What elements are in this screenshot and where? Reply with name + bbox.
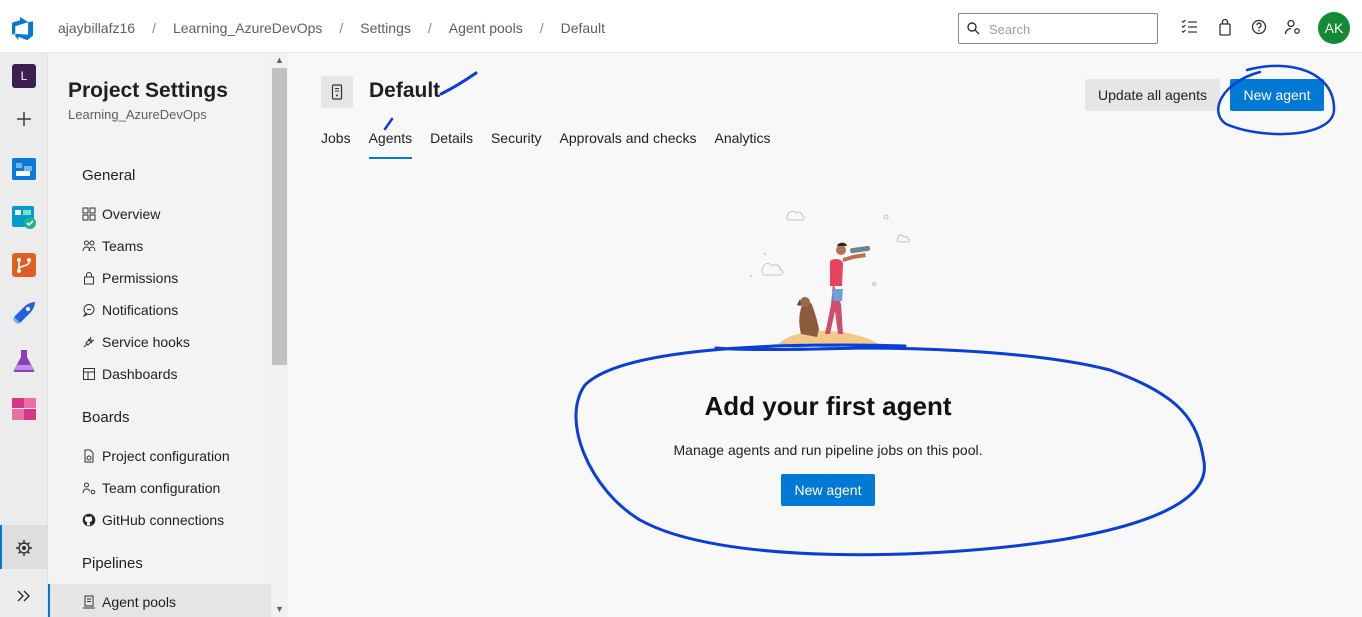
overview-icon [82,207,96,221]
repos-icon[interactable] [11,252,37,278]
left-rail: L [0,53,48,617]
nav-item-notifications[interactable]: Notifications [82,300,178,320]
nav-item-github-connections[interactable]: GitHub connections [82,510,224,530]
nav-item-label: GitHub connections [102,512,225,528]
breadcrumb-organization[interactable]: ajaybillafz16 [58,20,135,36]
scrollbar-thumb[interactable] [272,68,287,365]
new-agent-button[interactable]: New agent [1230,79,1324,111]
update-all-agents-button[interactable]: Update all agents [1085,79,1220,111]
main-content: Default Jobs Agents Details Security App… [288,53,1362,617]
nav-group-pipelines: Pipelines [82,555,143,572]
notification-chat-icon [82,304,95,317]
search-icon [967,22,980,35]
nav-group-general: General [82,167,136,184]
nav-scrollbar[interactable]: ▲ ▼ [271,53,288,617]
nav-item-label: Notifications [102,302,179,318]
test-plans-icon[interactable] [11,204,37,230]
nav-item-label: Project configuration [102,448,230,464]
breadcrumb-agent-pools[interactable]: Agent pools [449,20,523,36]
breadcrumb-default[interactable]: Default [561,20,605,36]
plug-icon [83,336,95,348]
agent-pool-icon [321,76,353,108]
tab-jobs[interactable]: Jobs [321,130,351,160]
nav-item-label: Permissions [102,270,179,286]
breadcrumb-project[interactable]: Learning_AzureDevOps [173,20,322,36]
nav-item-team-configuration[interactable]: Team configuration [82,478,220,498]
task-list-icon[interactable] [1180,18,1198,36]
nav-item-label: Agent pools [102,594,176,610]
lab-flask-icon[interactable] [11,348,37,374]
expand-icon[interactable] [11,583,37,609]
nav-item-label: Dashboards [102,366,178,382]
breadcrumb-separator: / [539,20,544,36]
avatar[interactable]: AK [1318,12,1350,44]
add-icon[interactable] [11,106,37,132]
breadcrumb-separator: / [427,20,432,36]
agent-pool-icon [83,595,95,609]
nav-subtitle: Learning_AzureDevOps [68,107,207,122]
nav-group-boards: Boards [82,409,130,426]
scroll-up-icon[interactable]: ▲ [275,55,284,65]
tab-agents[interactable]: Agents [368,130,412,160]
nav-item-overview[interactable]: Overview [82,204,160,224]
azure-devops-logo-icon[interactable] [12,17,35,40]
github-icon [82,513,96,527]
search-box[interactable] [958,13,1158,44]
dashboard-icon [83,368,95,380]
tab-bar: Jobs Agents Details Security Approvals a… [321,130,789,160]
empty-state-illustration-icon [750,210,910,350]
scroll-down-icon[interactable]: ▼ [275,604,284,614]
nav-item-teams[interactable]: Teams [82,236,143,256]
nav-title: Project Settings [68,79,228,102]
search-input[interactable] [989,20,1149,38]
tab-approvals-and-checks[interactable]: Approvals and checks [560,130,697,160]
nav-item-label: Team configuration [102,480,221,496]
tab-security[interactable]: Security [491,130,542,160]
boards-icon[interactable] [11,156,37,182]
nav-item-label: Service hooks [102,334,190,350]
top-bar: ajaybillafz16 / Learning_AzureDevOps / S… [0,0,1362,53]
nav-item-label: Teams [102,238,144,254]
help-icon[interactable] [1250,18,1268,36]
page-title: Default [369,79,441,102]
empty-state-title: Add your first agent [704,391,952,421]
nav-item-agent-pools[interactable]: Agent pools [82,592,176,612]
artifacts-icon[interactable] [11,396,37,422]
document-settings-icon [84,449,94,463]
nav-item-service-hooks[interactable]: Service hooks [82,332,190,352]
breadcrumb-settings[interactable]: Settings [360,20,411,36]
tab-details[interactable]: Details [430,130,473,160]
teams-icon [82,240,96,252]
settings-gear-icon[interactable] [11,535,37,561]
pipelines-icon[interactable] [11,300,37,326]
tab-analytics[interactable]: Analytics [715,130,771,160]
project-settings-nav: Project Settings Learning_AzureDevOps Ge… [48,53,288,617]
user-settings-icon[interactable] [1284,18,1302,36]
lock-icon [84,272,94,285]
breadcrumb: ajaybillafz16 / Learning_AzureDevOps / S… [58,20,605,36]
empty-state-new-agent-button[interactable]: New agent [781,474,875,506]
empty-state-subtitle: Manage agents and run pipeline jobs on t… [673,442,983,458]
team-settings-icon [82,482,96,495]
nav-item-label: Overview [102,206,161,222]
nav-item-permissions[interactable]: Permissions [82,268,178,288]
marketplace-bag-icon[interactable] [1216,18,1234,36]
nav-item-dashboards[interactable]: Dashboards [82,364,178,384]
breadcrumb-separator: / [339,20,344,36]
nav-item-project-configuration[interactable]: Project configuration [82,446,230,466]
project-avatar[interactable]: L [12,64,36,88]
breadcrumb-separator: / [152,20,156,36]
